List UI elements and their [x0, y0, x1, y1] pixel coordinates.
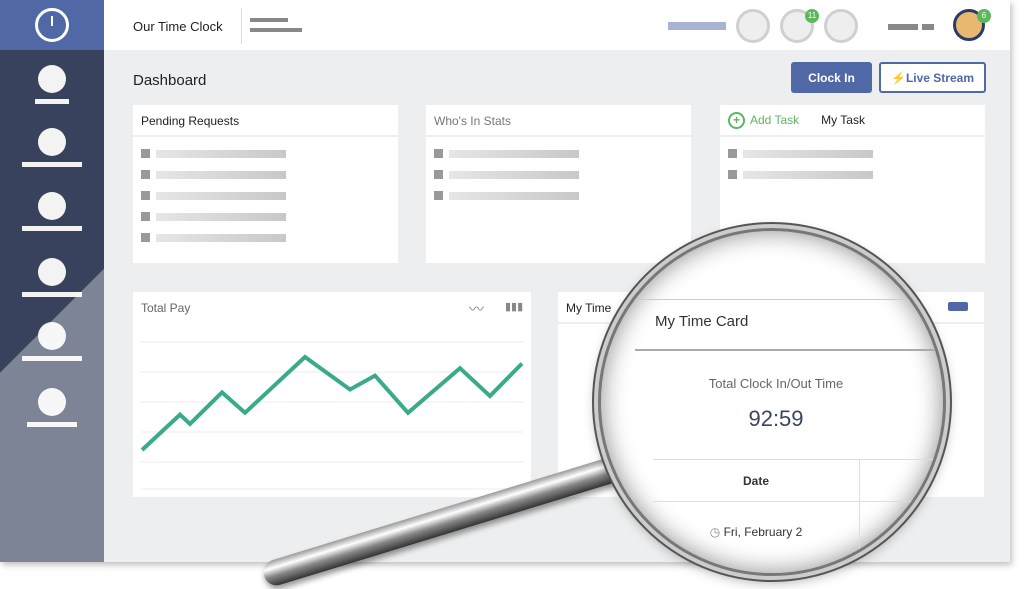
magnifier-lens: My Time Card Total Clock In/Out Time 92:…: [598, 228, 946, 576]
list-item[interactable]: [141, 149, 398, 158]
bullet: [728, 149, 737, 158]
search-bar[interactable]: [668, 22, 726, 30]
placeholder-line: [743, 149, 873, 158]
bullet: [141, 149, 150, 158]
print-icon[interactable]: [948, 302, 968, 311]
placeholder-line: [449, 170, 579, 179]
bullet: [141, 212, 150, 221]
placeholder-line: [449, 191, 579, 200]
placeholder-line: [156, 212, 286, 221]
placeholder-line: [156, 191, 286, 200]
bullet: [728, 170, 737, 179]
clock-in-button[interactable]: Clock In: [791, 62, 872, 93]
list-item[interactable]: [728, 149, 985, 158]
lightning-icon: ⚡: [891, 70, 906, 85]
whos-in-card: Who's In Stats: [426, 105, 691, 263]
notification-badge: 11: [805, 9, 819, 23]
placeholder-line: [156, 170, 286, 179]
placeholder-line: [743, 170, 873, 179]
clock-icon: ◷: [709, 525, 724, 539]
bullet: [141, 170, 150, 179]
card-title: My Task: [821, 113, 865, 127]
card-title: Who's In Stats: [426, 105, 691, 137]
date-column-header: Date: [742, 474, 769, 488]
add-task-button[interactable]: + Add Task: [728, 111, 799, 129]
list-item[interactable]: [434, 170, 691, 179]
list-item[interactable]: [141, 233, 398, 242]
icon-button-3[interactable]: [824, 9, 858, 43]
icon-button-1[interactable]: [736, 9, 770, 43]
plus-circle-icon: +: [728, 111, 745, 129]
placeholder-line: [449, 149, 579, 158]
total-time-label: Total Clock In/Out Time: [708, 376, 844, 391]
date-cell: ◷ Fri, February 2: [709, 525, 803, 539]
bullet: [434, 191, 443, 200]
time-card-title: My Time Card: [655, 313, 749, 330]
total-time-value: 92:59: [748, 406, 804, 431]
list-item[interactable]: [141, 170, 398, 179]
user-badge: 6: [977, 9, 991, 23]
list-item[interactable]: [728, 170, 985, 179]
list-item[interactable]: [141, 212, 398, 221]
bar-chart-icon[interactable]: ▮▮▮: [505, 300, 523, 313]
total-pay-line: [140, 354, 524, 452]
bullet: [434, 149, 443, 158]
bullet: [141, 191, 150, 200]
list-item[interactable]: [434, 191, 691, 200]
total-pay-card: Total Pay 〰 ▮▮▮: [133, 292, 531, 497]
pending-requests-card: Pending Requests: [133, 105, 398, 263]
card-title: Pending Requests: [133, 105, 398, 137]
bullet: [141, 233, 150, 242]
list-item[interactable]: [434, 149, 691, 158]
placeholder-line: [156, 149, 286, 158]
page-title: Dashboard: [133, 72, 207, 89]
line-chart-icon[interactable]: 〰: [469, 298, 484, 319]
brand-name: Our Time Clock: [133, 19, 223, 34]
bullet: [434, 170, 443, 179]
sidebar: [0, 0, 104, 562]
placeholder-line: [156, 233, 286, 242]
live-stream-button[interactable]: ⚡ Live Stream: [879, 62, 986, 93]
list-item[interactable]: [141, 191, 398, 200]
top-bar: Our Time Clock 11 6: [104, 0, 1010, 50]
